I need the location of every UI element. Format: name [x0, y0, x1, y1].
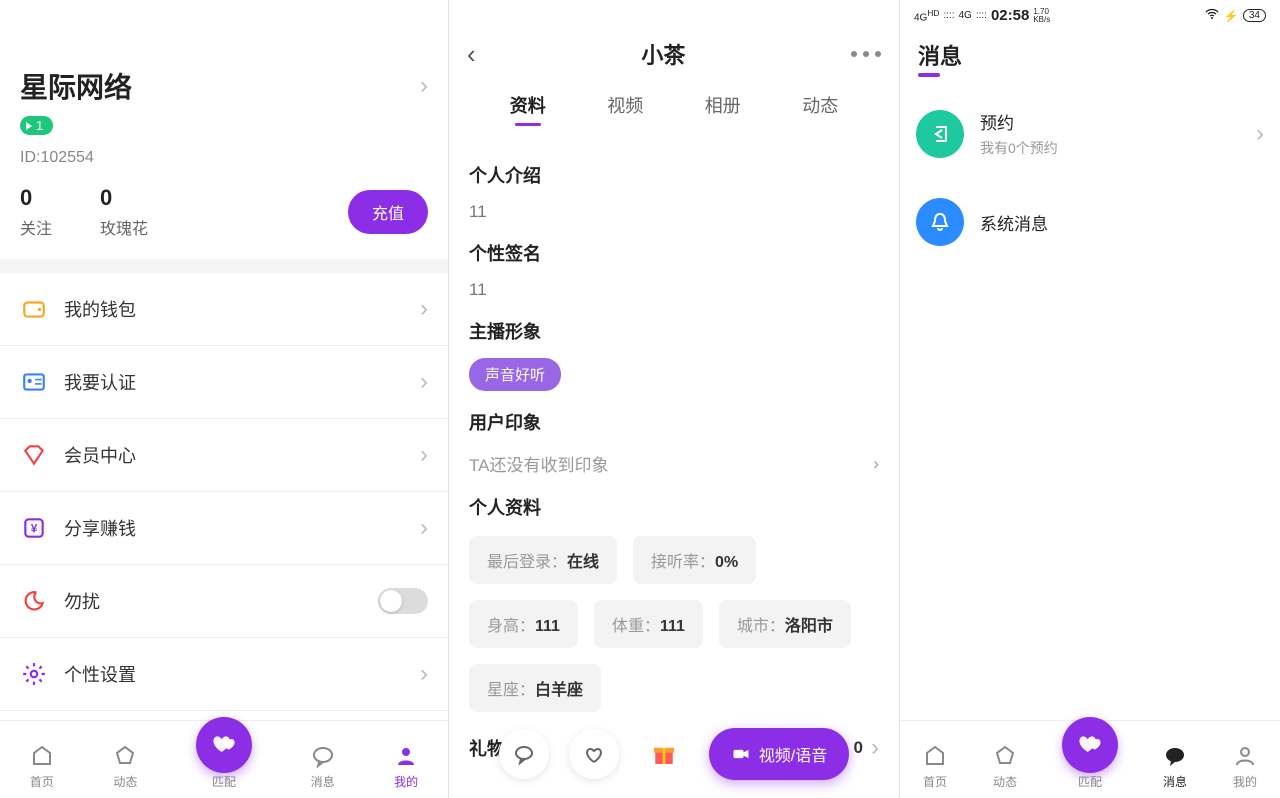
status-bar: 4GHD :::: 4G :::: 02:58 1.70KB/s ⚡ 34 [900, 0, 1280, 27]
intro-heading: 个人介绍 [469, 162, 879, 188]
impression-heading: 用户印象 [469, 409, 879, 435]
chevron-right-icon: › [420, 295, 428, 323]
menu-share[interactable]: ¥ 分享赚钱 › [0, 492, 448, 565]
level-badge: 1 [20, 116, 53, 135]
signature-value: 11 [469, 280, 879, 300]
nav-home[interactable]: 首页 [29, 743, 55, 790]
menu-wallet[interactable]: 我的钱包 › [0, 273, 448, 346]
battery-icon: 34 [1243, 9, 1266, 22]
stat-roses[interactable]: 0 玫瑰花 [100, 185, 148, 239]
signal-icon: 4GHD [914, 8, 939, 23]
dnd-toggle[interactable] [378, 588, 428, 614]
more-button[interactable] [851, 51, 881, 57]
msg-system[interactable]: 系统消息 [900, 178, 1280, 266]
anchor-heading: 主播形象 [469, 318, 879, 344]
chip-weight: 体重：111 [594, 600, 703, 648]
compass-icon [112, 743, 138, 769]
chevron-right-icon: › [1256, 120, 1264, 148]
nav-match[interactable]: 匹配 [1062, 717, 1118, 790]
chevron-right-icon: › [420, 514, 428, 542]
chat-icon [1162, 743, 1188, 769]
home-icon [29, 743, 55, 769]
wifi-icon [1204, 6, 1220, 25]
impression-row[interactable]: TA还没有收到印象 › [469, 451, 879, 476]
id-card-icon [20, 368, 48, 396]
chip-login: 最后登录：在线 [469, 536, 617, 584]
clock: 02:58 [991, 7, 1029, 24]
bottom-nav: 首页 动态 匹配 消息 我的 [0, 720, 448, 798]
signature-heading: 个性签名 [469, 240, 879, 266]
appointment-title: 预约 [980, 109, 1240, 134]
bell-icon [916, 198, 964, 246]
gift-button[interactable] [639, 729, 689, 779]
menu-style[interactable]: 个性设置 › [0, 638, 448, 711]
nav-feed[interactable]: 动态 [992, 743, 1018, 790]
nav-msg[interactable]: 消息 [310, 743, 336, 790]
user-id: ID:102554 [20, 149, 428, 167]
stat-follows[interactable]: 0 关注 [20, 185, 52, 239]
menu-vip[interactable]: 会员中心 › [0, 419, 448, 492]
svg-text:¥: ¥ [31, 521, 38, 535]
wallet-icon [20, 295, 48, 323]
chevron-right-icon: › [420, 441, 428, 469]
moon-icon [20, 587, 48, 615]
menu-dnd: 勿扰 [0, 565, 448, 638]
back-button[interactable]: ‹ [467, 39, 476, 70]
screen-messages: 4GHD :::: 4G :::: 02:58 1.70KB/s ⚡ 34 消息… [900, 0, 1280, 798]
chip-sign: 星座：白羊座 [469, 664, 601, 712]
screen-user-detail: ‹ 小茶 资料 视频 相册 动态 个人介绍 11 个性签名 11 主播形象 声音… [449, 0, 900, 798]
person-icon [393, 743, 419, 769]
chip-height: 身高：111 [469, 600, 578, 648]
detail-heading: 个人资料 [469, 494, 879, 520]
impression-empty: TA还没有收到印象 [469, 451, 608, 476]
tab-video[interactable]: 视频 [603, 86, 647, 124]
tab-feed[interactable]: 动态 [798, 86, 842, 124]
like-button[interactable] [569, 729, 619, 779]
nav-msg[interactable]: 消息 [1162, 743, 1188, 790]
home-icon [922, 743, 948, 769]
screen-profile: 星际网络 › 1 ID:102554 0 关注 0 玫瑰花 充值 我的钱包 › [0, 0, 449, 798]
anchor-tag: 声音好听 [469, 358, 561, 391]
person-icon [1232, 743, 1258, 769]
menu-verify[interactable]: 我要认证 › [0, 346, 448, 419]
nav-me[interactable]: 我的 [393, 743, 419, 790]
call-button[interactable]: 视频/语音 [709, 728, 849, 780]
chevron-right-icon: › [420, 72, 428, 100]
chat-button[interactable] [499, 729, 549, 779]
profile-name: 星际网络 [20, 66, 132, 106]
nav-home[interactable]: 首页 [922, 743, 948, 790]
gear-icon [20, 660, 48, 688]
chip-answer: 接听率：0% [633, 536, 756, 584]
diamond-icon [20, 441, 48, 469]
chevron-right-icon: › [420, 660, 428, 688]
bottom-nav: 首页 动态 匹配 消息 我的 [900, 720, 1280, 798]
hearts-icon [1062, 717, 1118, 773]
nav-feed[interactable]: 动态 [112, 743, 138, 790]
intro-value: 11 [469, 202, 879, 222]
tab-info[interactable]: 资料 [506, 86, 550, 124]
page-title: 消息 [900, 27, 1280, 73]
user-title: 小茶 [641, 38, 685, 70]
money-icon: ¥ [20, 514, 48, 542]
signal-icon: 4G [959, 10, 972, 21]
chip-city: 城市：洛阳市 [719, 600, 851, 648]
action-bar: 视频/语音 [449, 728, 899, 780]
chevron-right-icon: › [873, 454, 879, 474]
chat-icon [310, 743, 336, 769]
divider [0, 259, 448, 273]
tab-album[interactable]: 相册 [701, 86, 745, 124]
charging-icon: ⚡ [1224, 9, 1239, 23]
nav-me[interactable]: 我的 [1232, 743, 1258, 790]
nav-match[interactable]: 匹配 [196, 717, 252, 790]
system-title: 系统消息 [980, 210, 1264, 235]
profile-tabs: 资料 视频 相册 动态 [449, 80, 899, 134]
appointment-icon [916, 110, 964, 158]
appointment-sub: 我有0个预约 [980, 138, 1240, 158]
msg-appointment[interactable]: 预约 我有0个预约 › [900, 89, 1280, 178]
compass-icon [992, 743, 1018, 769]
chevron-right-icon: › [420, 368, 428, 396]
hearts-icon [196, 717, 252, 773]
profile-header-row[interactable]: 星际网络 › [20, 66, 428, 106]
recharge-button[interactable]: 充值 [348, 190, 428, 234]
